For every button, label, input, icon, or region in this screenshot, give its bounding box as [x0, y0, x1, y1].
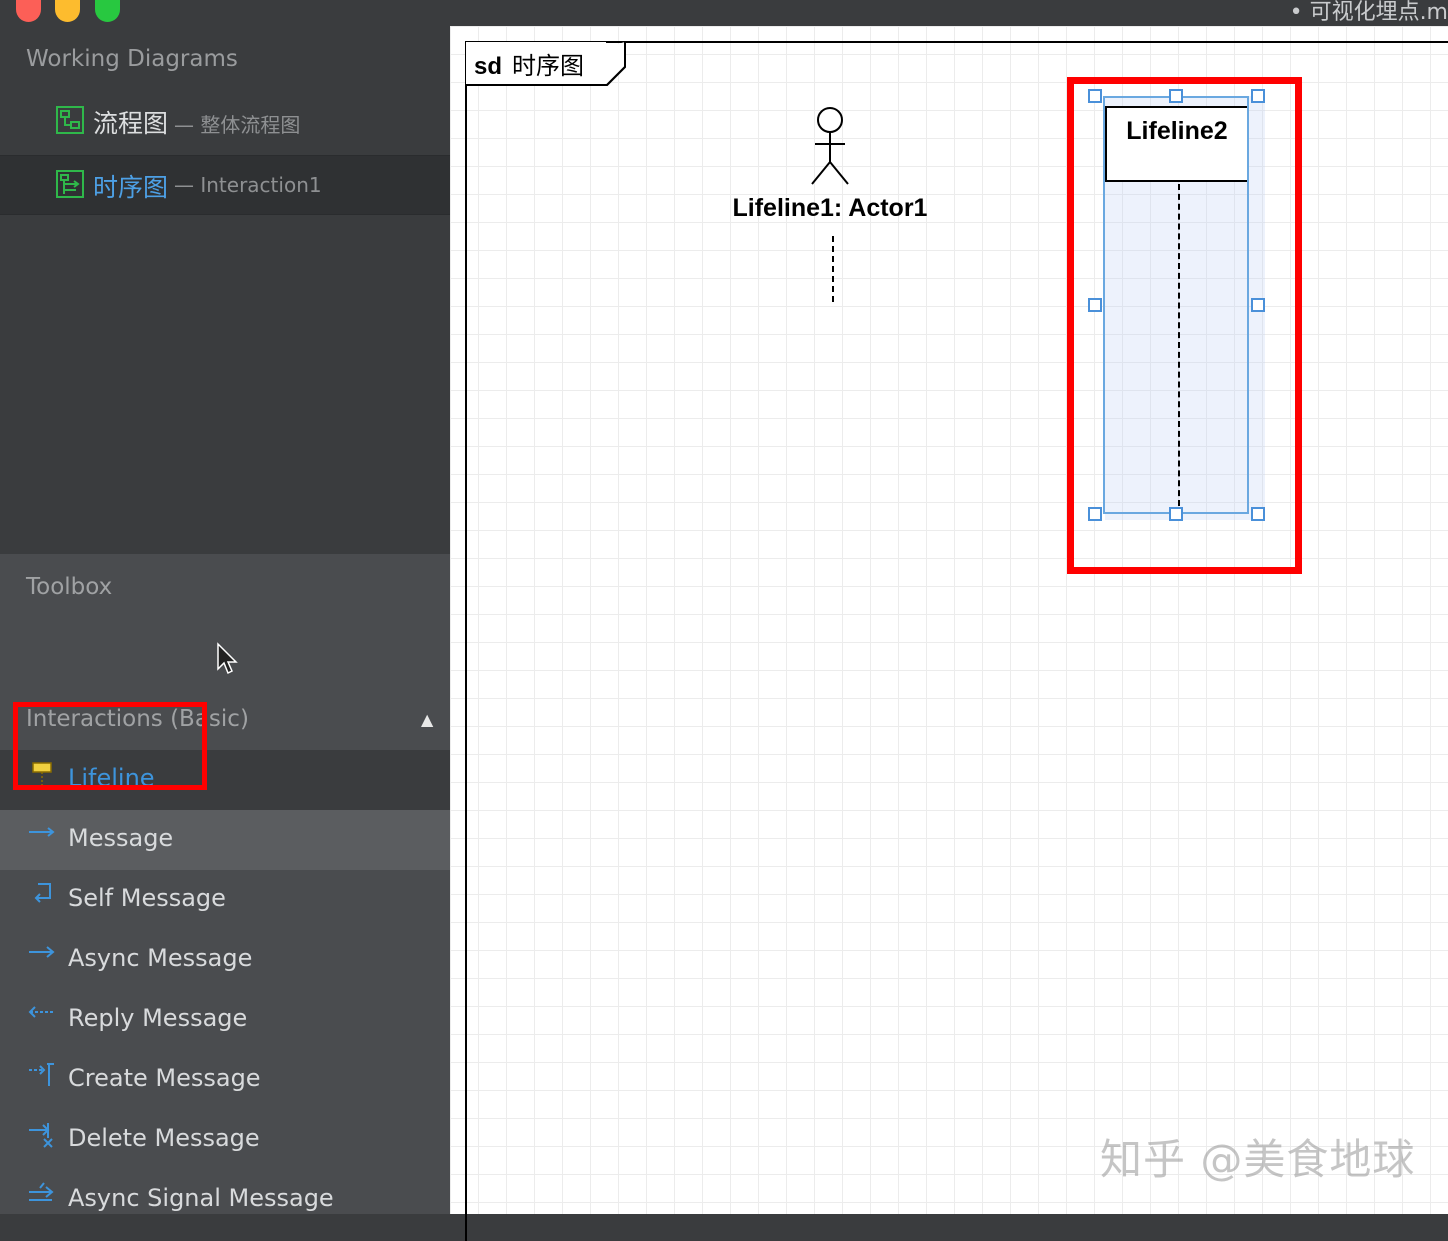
- tool-label: Create Message: [68, 1064, 261, 1092]
- delete-message-icon: [29, 1123, 53, 1148]
- toolbox-panel: Toolbox Interactions (Basic) ▲ Lifeline …: [0, 554, 450, 1214]
- async-message-icon: [29, 946, 55, 958]
- actor-lifeline-label[interactable]: Lifeline1: Actor1: [730, 194, 930, 223]
- tool-create-message[interactable]: Create Message: [0, 1050, 450, 1110]
- working-diagram-name: 流程图: [93, 109, 169, 138]
- tool-self-message[interactable]: Self Message: [0, 870, 450, 930]
- tool-label: Reply Message: [68, 1004, 248, 1032]
- tool-label: Async Message: [68, 944, 253, 972]
- title-bar: • 可视化埋点.m: [0, 0, 1448, 26]
- tool-label: Delete Message: [68, 1124, 260, 1152]
- message-arrow-icon: [29, 827, 55, 837]
- working-diagram-subtitle: — 整体流程图: [174, 113, 301, 137]
- tool-async-signal-message[interactable]: Async Signal Message: [0, 1170, 450, 1230]
- tool-label: Async Signal Message: [68, 1184, 334, 1212]
- tool-delete-message[interactable]: Delete Message: [0, 1110, 450, 1170]
- tool-label: Self Message: [68, 884, 226, 912]
- tool-reply-message[interactable]: Reply Message: [0, 990, 450, 1050]
- async-signal-message-icon: [29, 1182, 54, 1201]
- diagram-canvas[interactable]: sd 时序图 Lifeline1: Actor1 Lifeline2 知乎 @美食…: [450, 26, 1448, 1241]
- frame-label: sd 时序图: [474, 46, 584, 81]
- working-diagram-item-sequence[interactable]: 时序图 — Interaction1: [0, 155, 450, 215]
- reply-message-icon: [28, 1006, 54, 1018]
- minimize-window-button[interactable]: [55, 0, 80, 22]
- sequence-diagram-icon: [56, 170, 84, 198]
- zoom-window-button[interactable]: [95, 0, 120, 22]
- tool-message[interactable]: Message: [0, 810, 450, 870]
- working-diagram-name: 时序图: [93, 173, 169, 202]
- working-diagrams-header: Working Diagrams: [26, 46, 238, 72]
- lifeline2-highlight: [1067, 77, 1302, 574]
- close-window-button[interactable]: [16, 0, 41, 22]
- create-message-icon: [29, 1063, 54, 1086]
- self-message-icon: [34, 883, 51, 903]
- sidebar: Working Diagrams 流程图 — 整体流程图 时序图 — Inter…: [0, 26, 450, 1214]
- actor-stick-figure-icon[interactable]: [807, 106, 853, 188]
- collapse-arrow-icon[interactable]: ▲: [421, 710, 433, 729]
- lifeline-tool-highlight: [13, 702, 207, 790]
- toolbox-header: Toolbox: [26, 574, 113, 600]
- tool-label: Message: [68, 824, 174, 852]
- flowchart-diagram-icon: [56, 106, 84, 134]
- working-diagrams-panel: Working Diagrams 流程图 — 整体流程图 时序图 — Inter…: [0, 26, 450, 554]
- working-diagram-item-flowchart[interactable]: 流程图 — 整体流程图: [0, 92, 450, 150]
- frame-name: 时序图: [512, 53, 585, 80]
- actor-lifeline-dashed-line: [832, 236, 834, 302]
- mouse-pointer-icon: [217, 642, 238, 675]
- watermark: 知乎 @美食地球: [1100, 1135, 1416, 1184]
- window-title: • 可视化埋点.m: [1289, 0, 1448, 25]
- tool-async-message[interactable]: Async Message: [0, 930, 450, 990]
- frame-kind: sd: [474, 53, 503, 80]
- working-diagram-subtitle: — Interaction1: [174, 173, 322, 197]
